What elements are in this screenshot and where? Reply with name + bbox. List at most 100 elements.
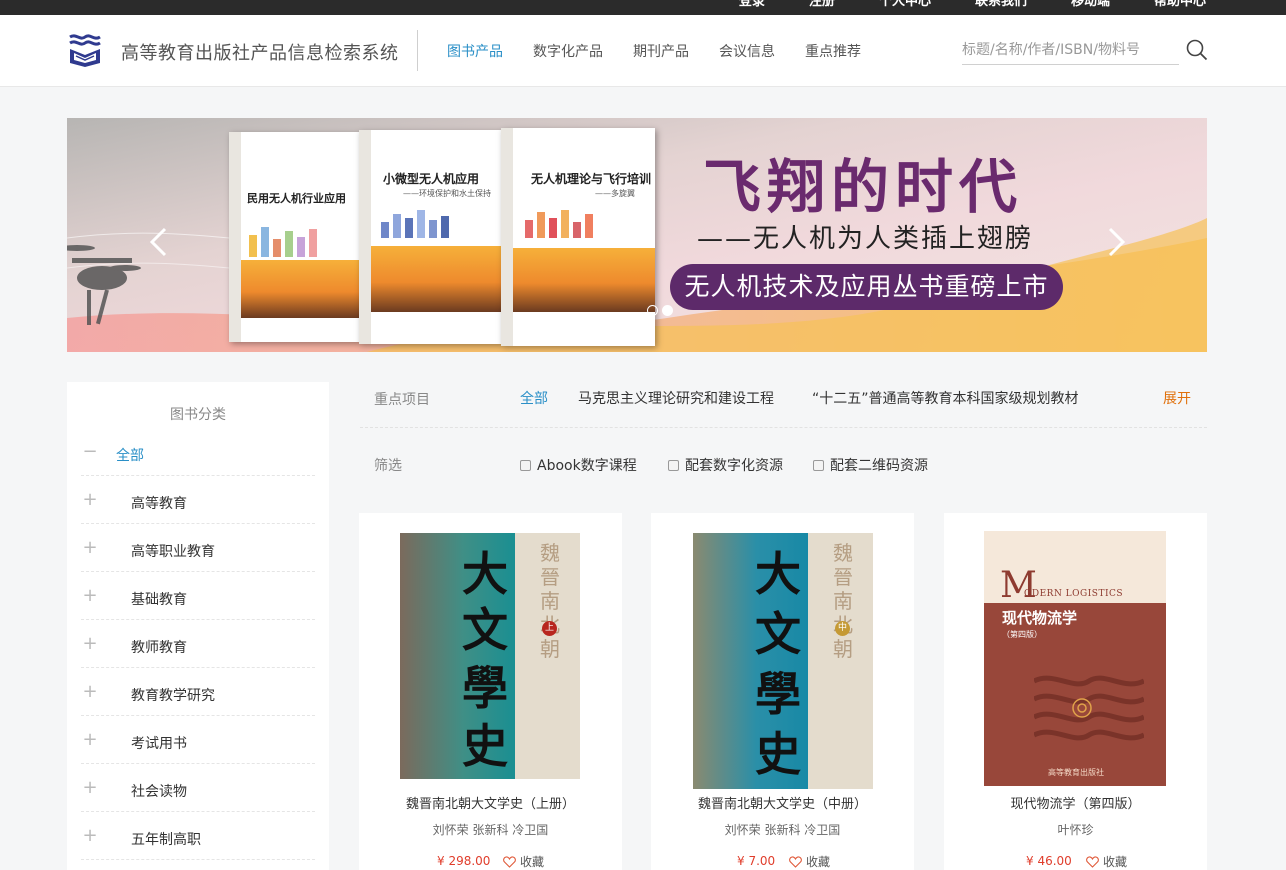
filter-abook-checkbox[interactable]: Abook数字课程 bbox=[520, 455, 637, 475]
nav-conferences[interactable]: 会议信息 bbox=[719, 41, 775, 61]
favorite-button[interactable]: 收藏 bbox=[1086, 853, 1127, 870]
collapse-minus-icon[interactable]: − bbox=[81, 441, 99, 462]
book-spine bbox=[229, 132, 241, 342]
category-title: 图书分类 bbox=[170, 407, 226, 423]
expand-plus-icon[interactable]: + bbox=[81, 777, 99, 798]
nav-journals[interactable]: 期刊产品 bbox=[633, 41, 689, 61]
favorite-label: 收藏 bbox=[806, 855, 831, 869]
banner-next-chevron-right-icon[interactable] bbox=[1104, 226, 1128, 258]
product-card[interactable]: M ODERN LOGISTICS 现代物流学 （第四版） 高等教育出版社 现代… bbox=[944, 513, 1207, 870]
category-label: 社会读物 bbox=[131, 784, 187, 800]
expand-plus-icon[interactable]: + bbox=[81, 825, 99, 846]
expand-plus-icon[interactable]: + bbox=[81, 633, 99, 654]
book-cover[interactable]: M ODERN LOGISTICS 现代物流学 （第四版） 高等教育出版社 bbox=[984, 531, 1166, 786]
cover-char: 史 bbox=[462, 719, 508, 773]
top-link-register[interactable]: 注册 bbox=[809, 0, 835, 9]
category-item-general-reading[interactable]: + 社会读物 bbox=[81, 764, 315, 812]
book-cover[interactable]: 大 文 學 史 魏晉南北朝 上 bbox=[400, 533, 580, 779]
cover-edition: （第四版） bbox=[1002, 630, 1042, 639]
category-label: 五年制高职 bbox=[131, 832, 201, 848]
nav-digital[interactable]: 数字化产品 bbox=[533, 41, 603, 61]
banner-book-2-sunset bbox=[371, 246, 501, 312]
search-icon[interactable] bbox=[1186, 39, 1208, 61]
cover-char: 文 bbox=[462, 603, 508, 657]
top-link-mobile[interactable]: 移动端 bbox=[1071, 0, 1110, 9]
banner-dot-2[interactable] bbox=[662, 305, 673, 316]
expand-plus-icon[interactable]: + bbox=[81, 489, 99, 510]
cover-char: 文 bbox=[755, 607, 801, 661]
checkbox-box[interactable] bbox=[813, 459, 824, 471]
banner-prev-chevron-left-icon[interactable] bbox=[147, 226, 171, 258]
logo-book-icon[interactable] bbox=[66, 31, 104, 69]
cover-char: 大 bbox=[755, 547, 801, 601]
cover-char: 學 bbox=[462, 661, 508, 715]
category-item-vocational[interactable]: + 高等职业教育 bbox=[81, 524, 315, 572]
banner-dot-1[interactable] bbox=[647, 305, 658, 316]
expand-plus-icon[interactable]: + bbox=[81, 729, 99, 750]
expand-button[interactable]: 展开 bbox=[1163, 388, 1191, 408]
banner-pill[interactable]: 无人机技术及应用丛书重磅上市 bbox=[670, 264, 1063, 310]
expand-plus-icon[interactable]: + bbox=[81, 585, 99, 606]
site-title[interactable]: 高等教育出版社产品信息检索系统 bbox=[121, 39, 399, 65]
heart-icon bbox=[503, 855, 516, 868]
nav-recommended[interactable]: 重点推荐 bbox=[805, 41, 861, 61]
category-item-exam-books[interactable]: + 考试用书 bbox=[81, 716, 315, 764]
category-label: 教师教育 bbox=[131, 640, 187, 656]
banner-book-1-sunset bbox=[241, 260, 359, 318]
category-item-five-year-vocational[interactable]: + 五年制高职 bbox=[81, 812, 315, 860]
checkbox-box[interactable] bbox=[520, 459, 531, 471]
favorite-button[interactable]: 收藏 bbox=[503, 853, 544, 870]
filter-digital-resource-checkbox[interactable]: 配套数字化资源 bbox=[668, 455, 783, 475]
book-spine bbox=[501, 128, 513, 346]
top-link-login[interactable]: 登录 bbox=[739, 0, 765, 9]
checkbox-label: 配套二维码资源 bbox=[830, 458, 928, 474]
filter-screen-label: 筛选 bbox=[374, 458, 402, 474]
cover-art: 大 文 學 史 魏晉南北朝 中 bbox=[693, 533, 873, 789]
favorite-button[interactable]: 收藏 bbox=[789, 853, 830, 870]
project-option-12th-five-year[interactable]: “十二五”普通高等教育本科国家级规划教材 bbox=[812, 388, 1079, 408]
banner-book-3-sunset bbox=[513, 248, 655, 312]
category-item-teacher-ed[interactable]: + 教师教育 bbox=[81, 620, 315, 668]
category-label: 全部 bbox=[116, 448, 144, 464]
filter-projects-label: 重点项目 bbox=[374, 392, 430, 408]
cover-seal: 中 bbox=[835, 621, 850, 636]
cover-era: 魏晉南北朝 bbox=[540, 541, 560, 661]
top-link-contact[interactable]: 联系我们 bbox=[975, 0, 1027, 9]
product-name[interactable]: 魏晋南北朝大文学史（中册） bbox=[651, 793, 914, 812]
category-label: 基础教育 bbox=[131, 592, 187, 608]
expand-plus-icon[interactable]: + bbox=[81, 537, 99, 558]
top-link-personal-center[interactable]: 个人中心 bbox=[879, 0, 931, 9]
book-cover[interactable]: 大 文 學 史 魏晉南北朝 中 bbox=[693, 533, 873, 789]
category-label: 高等职业教育 bbox=[131, 544, 215, 560]
search-input[interactable] bbox=[962, 37, 1179, 63]
category-item-all[interactable]: − 全部 bbox=[81, 428, 315, 476]
product-name[interactable]: 魏晋南北朝大文学史（上册） bbox=[359, 793, 622, 812]
expand-plus-icon[interactable]: + bbox=[81, 681, 99, 702]
cover-era: 魏晉南北朝 bbox=[833, 541, 853, 661]
product-name[interactable]: 现代物流学（第四版） bbox=[944, 793, 1207, 812]
top-link-help[interactable]: 帮助中心 bbox=[1154, 0, 1206, 9]
banner-book-3-sub: ——多旋翼 bbox=[595, 189, 635, 198]
banner-book-1: 民用无人机行业应用 bbox=[229, 132, 359, 342]
filter-qrcode-resource-checkbox[interactable]: 配套二维码资源 bbox=[813, 455, 928, 475]
banner-book-2-bars bbox=[381, 210, 449, 238]
favorite-label: 收藏 bbox=[1103, 855, 1128, 869]
nav-books[interactable]: 图书产品 bbox=[447, 41, 503, 61]
project-option-marxism[interactable]: 马克思主义理论研究和建设工程 bbox=[578, 388, 774, 408]
category-list: − 全部 + 高等教育 + 高等职业教育 + 基础教育 + 教师教育 + 教育教学研究 + 考… bbox=[81, 428, 315, 860]
product-card[interactable]: 大 文 學 史 魏晉南北朝 中 魏晋南北朝大文学史（中册） 刘怀荣 张新科 冷卫… bbox=[651, 513, 914, 870]
banner-book-3: 无人机理论与飞行培训 ——多旋翼 bbox=[501, 128, 655, 346]
project-option-all[interactable]: 全部 bbox=[520, 388, 548, 408]
promo-banner[interactable]: 民用无人机行业应用 小微型无人机应用 ——环境保护和水土保持 无人机理论与飞行培… bbox=[67, 118, 1207, 352]
checkbox-box[interactable] bbox=[668, 459, 679, 471]
category-item-teaching-research[interactable]: + 教育教学研究 bbox=[81, 668, 315, 716]
product-card[interactable]: 大 文 學 史 魏晉南北朝 上 魏晋南北朝大文学史（上册） 刘怀荣 张新科 冷卫… bbox=[359, 513, 622, 870]
checkbox-label: 配套数字化资源 bbox=[685, 458, 783, 474]
cover-publisher: 高等教育出版社 bbox=[1048, 768, 1104, 777]
banner-dots bbox=[647, 305, 673, 316]
cover-english-title: ODERN LOGISTICS bbox=[1024, 589, 1124, 599]
category-item-basic-ed[interactable]: + 基础教育 bbox=[81, 572, 315, 620]
category-item-higher-ed[interactable]: + 高等教育 bbox=[81, 476, 315, 524]
heart-icon bbox=[789, 855, 802, 868]
heart-icon bbox=[1086, 855, 1099, 868]
